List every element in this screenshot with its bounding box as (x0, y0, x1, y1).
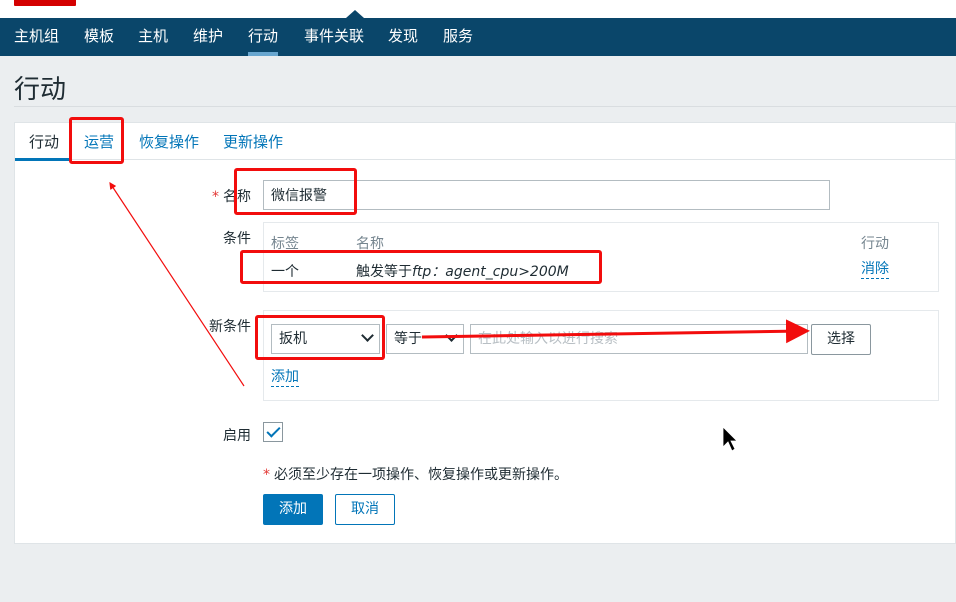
annotation-arrow-to-operations-tab (109, 181, 245, 387)
mouse-cursor-icon (722, 426, 738, 452)
annotation-arrows (109, 181, 810, 452)
annotation-arrow-to-select (421, 319, 810, 344)
